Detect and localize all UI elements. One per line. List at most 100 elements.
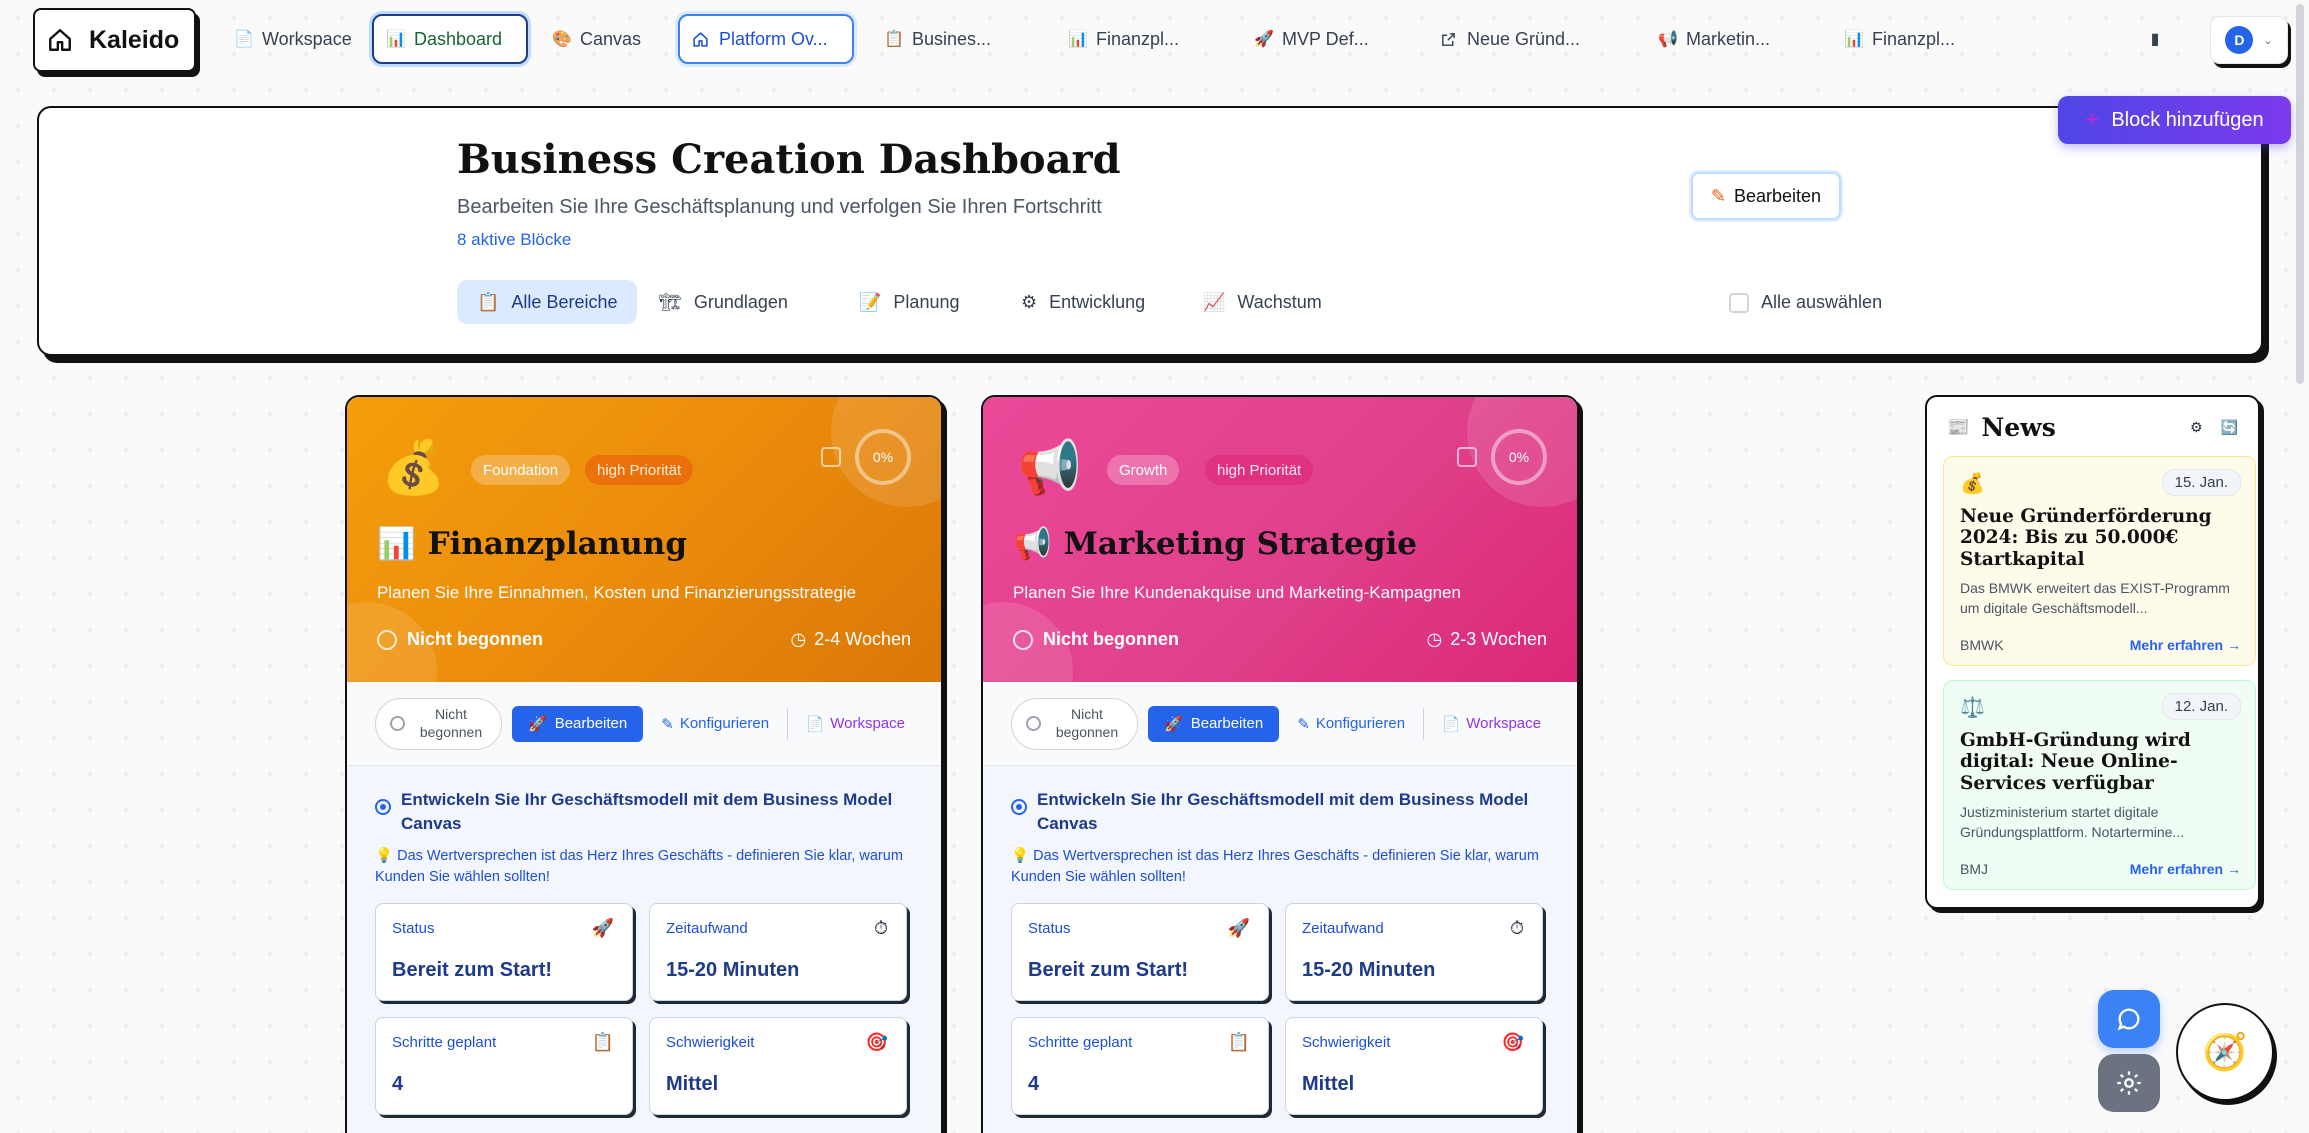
tab-finanzplanung[interactable]: 📊 Finanzpl... [1056,14,1191,64]
clipboard-icon: 📋 [591,1032,614,1053]
status-dropdown[interactable]: Nicht begonnen [375,697,502,750]
filter-wachstum[interactable]: 📈 Wachstum [1183,280,1342,324]
news-panel: 📰 News ⚙ 🔄 💰 15. Jan. Neue Gründerförder… [1925,395,2260,909]
select-card-checkbox[interactable] [1457,447,1477,467]
compass-button[interactable]: 🧭 [2176,1003,2274,1101]
select-all-checkbox[interactable] [1729,292,1749,313]
tab-business[interactable]: 📋 Busines... [872,14,1003,64]
document-icon: 📄 [234,31,254,48]
category-badge: Foundation [471,455,571,485]
settings-button[interactable] [2098,1054,2160,1112]
status-pill-label: Nicht begonnen [419,706,483,740]
pencil-icon: ✎ [1710,185,1726,206]
edit-dashboard-button[interactable]: ✎ Bearbeiten [1691,172,1841,220]
stat-value: Bereit zum Start! [1028,959,1189,982]
document-icon: 📄 [1441,715,1461,733]
filter-entwicklung[interactable]: ⚙ Entwicklung [1001,280,1165,324]
rocket-icon: 🚀 [528,715,547,733]
duration-text: 2-4 Wochen [814,629,911,649]
language-flag-button[interactable]: ▮ [2134,14,2176,64]
news-title: News [1981,413,2056,442]
active-block-count: 8 aktive Blöcke [457,230,572,249]
gear-icon: ⚙ [1021,291,1038,312]
page-scrollbar[interactable] [2296,4,2304,384]
news-headline: Neue Gründerförderung 2024: Bis zu 50.00… [1960,506,2212,570]
add-block-button[interactable]: + Block hinzufügen [2058,96,2291,144]
card-status: Nicht begonnen [1013,629,1179,650]
stat-value: Bereit zum Start! [392,959,553,982]
tab-label: Finanzpl... [1096,28,1180,49]
category-badge: Growth [1107,455,1180,485]
block-card-finanzplanung[interactable]: 💰 Foundation high Priorität 0% 📊 Finanzp… [345,395,943,1133]
stat-grid: Status Bereit zum Start! 🚀 Zeitaufwand 1… [1011,903,1549,1116]
tab-canvas[interactable]: 🎨 Canvas [540,14,653,64]
trend-up-icon: 📈 [1203,291,1226,312]
tab-label: Platform Ov... [719,28,828,49]
compass-icon: 🧭 [2202,1031,2248,1072]
filter-all-areas[interactable]: 📋 Alle Bereiche [457,280,638,324]
clipboard-icon: 📋 [477,291,500,312]
lightbulb-icon: 💡 [1011,847,1030,864]
stat-label: Zeitaufwand [666,920,748,938]
rocket-icon: 🚀 [591,918,614,939]
filter-grundlagen[interactable]: 🏗 Grundlagen [639,280,808,324]
stat-value: Mittel [1302,1073,1355,1096]
tab-label: Dashboard [414,28,503,49]
target-icon [1011,799,1027,815]
filter-planung[interactable]: 📝 Planung [839,280,979,324]
user-menu[interactable]: D ⌄ [2210,16,2288,64]
read-more-link[interactable]: Mehr erfahren → [2130,637,2241,653]
stopwatch-icon: ⏱ [1509,918,1524,939]
workspace-link[interactable]: 📄 Workspace [1434,715,1549,733]
configure-label: Konfigurieren [679,715,770,732]
add-block-label: Block hinzufügen [2111,108,2264,131]
news-item[interactable]: ⚖️ 12. Jan. GmbH-Gründung wird digital: … [1943,680,2256,890]
stat-value: 15-20 Minuten [666,959,800,982]
tip-text: 💡 Das Wertversprechen ist das Herz Ihres… [375,846,913,890]
tab-marketing[interactable]: 📢 Marketin... [1646,14,1782,64]
priority-badge: high Priorität [1205,455,1314,485]
tab-neue-gruendung[interactable]: Neue Gründ... [1428,14,1592,64]
tab-platform-overview[interactable]: Platform Ov... [678,14,854,64]
app-logo[interactable]: Kaleido [33,8,196,72]
news-source: BMJ [1960,861,1988,877]
tip-content: Das Wertversprechen ist das Herz Ihres G… [1011,847,1539,886]
tab-dashboard[interactable]: 📊 Dashboard [372,14,528,64]
select-card-checkbox[interactable] [821,447,841,467]
configure-button[interactable]: ✎ Konfigurieren [653,715,777,733]
clock-icon: ◷ [1426,629,1443,649]
progress-ring: 0% [1491,429,1547,485]
gear-icon[interactable]: ⚙ [2190,419,2203,436]
status-circle-icon [1026,716,1041,731]
select-all-label: Alle auswählen [1761,292,1883,312]
status-dropdown[interactable]: Nicht begonnen [1011,697,1138,750]
dashboard-header: Business Creation Dashboard Bearbeiten S… [37,106,2263,356]
tab-mvp-definition[interactable]: 🚀 MVP Def... [1242,14,1381,64]
duration-text: 2-3 Wochen [1450,629,1547,649]
select-all-toggle[interactable]: Alle auswählen [1729,292,1882,313]
chart-icon: 📊 [1068,31,1088,48]
lightbulb-icon: 💡 [375,847,394,864]
rocket-icon: 🚀 [1227,918,1250,939]
stat-status: Status Bereit zum Start! 🚀 [1011,903,1269,1002]
chat-button[interactable] [2098,990,2160,1048]
block-card-marketing[interactable]: 📢 Growth high Priorität 0% 📢 Marketing S… [981,395,1579,1133]
workspace-link[interactable]: 📄 Workspace [798,715,913,733]
stat-steps: Schritte geplant 4 📋 [1011,1017,1269,1116]
configure-button[interactable]: ✎ Konfigurieren [1289,715,1413,733]
filter-label: Grundlagen [693,291,788,312]
news-footer: BMWK Mehr erfahren → [1960,637,2241,653]
stat-difficulty: Schwierigkeit Mittel 🎯 [649,1017,907,1116]
megaphone-icon: 📢 [1013,526,1052,562]
card-hero: 📢 Growth high Priorität 0% 📢 Marketing S… [983,397,1577,682]
clipboard-icon: 📋 [1227,1032,1250,1053]
tab-workspace[interactable]: 📄 Workspace [222,14,364,64]
chat-icon [2117,1008,2140,1031]
refresh-icon[interactable]: 🔄 [2221,419,2238,436]
read-more-link[interactable]: Mehr erfahren → [2130,861,2241,877]
news-item[interactable]: 💰 15. Jan. Neue Gründerförderung 2024: B… [1943,456,2256,666]
target-icon: 🎯 [1501,1032,1524,1053]
edit-block-button[interactable]: 🚀 Bearbeiten [512,705,644,742]
edit-block-button[interactable]: 🚀 Bearbeiten [1148,705,1280,742]
tab-finanzplanung-2[interactable]: 📊 Finanzpl... [1832,14,1967,64]
